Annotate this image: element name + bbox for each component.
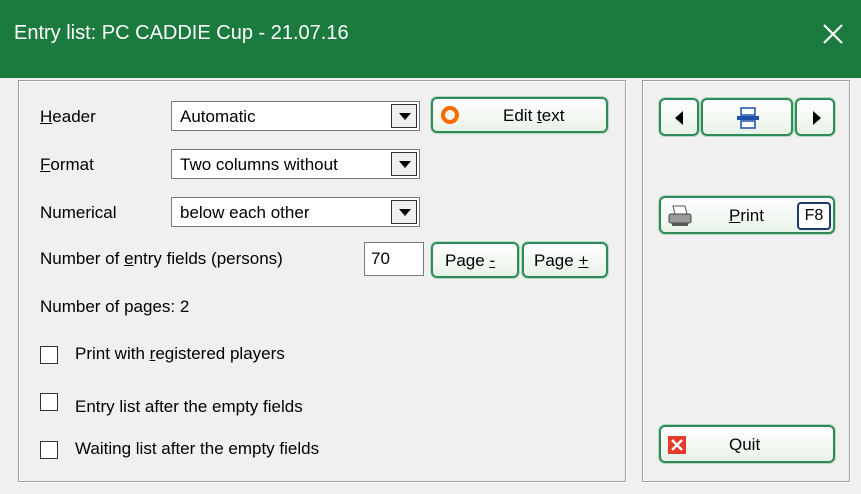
format-select-value: Two columns without bbox=[180, 155, 338, 174]
edit-text-label: Edit text bbox=[503, 106, 565, 125]
print-button[interactable]: Print F8 bbox=[659, 196, 835, 234]
next-button[interactable] bbox=[795, 98, 835, 136]
page-minus-label: Page - bbox=[445, 251, 496, 270]
waiting-list-after-label: Waiting list after the empty fields bbox=[75, 439, 320, 458]
print-label: Print bbox=[729, 206, 764, 225]
entry-list-after-checkbox[interactable] bbox=[40, 393, 58, 411]
page-plus-label: Page + bbox=[534, 251, 589, 270]
quit-button[interactable]: Quit bbox=[659, 425, 835, 463]
title-bar: Entry list: PC CADDIE Cup - 21.07.16 bbox=[0, 0, 861, 78]
arrow-left-icon bbox=[672, 109, 686, 132]
shortcut-badge: F8 bbox=[797, 202, 831, 230]
header-select-value: Automatic bbox=[180, 107, 256, 126]
numerical-select[interactable]: below each other bbox=[171, 197, 420, 227]
chevron-down-icon[interactable] bbox=[391, 104, 417, 128]
header-label: Header bbox=[40, 107, 96, 126]
print-setup-button[interactable] bbox=[701, 98, 793, 136]
entry-fields-input[interactable]: 70 bbox=[364, 242, 424, 276]
record-icon bbox=[441, 106, 459, 129]
format-select[interactable]: Two columns without bbox=[171, 149, 420, 179]
entry-fields-value: 70 bbox=[371, 249, 390, 268]
chevron-down-icon[interactable] bbox=[391, 200, 417, 224]
chevron-down-icon[interactable] bbox=[391, 152, 417, 176]
arrow-right-icon bbox=[810, 109, 824, 132]
page-plus-button[interactable]: Page + bbox=[522, 242, 608, 278]
pages-count-text: Number of pages: 2 bbox=[40, 297, 190, 316]
entry-fields-label: Number of entry fields (persons) bbox=[40, 249, 283, 268]
registered-players-label: Print with registered players bbox=[75, 344, 285, 363]
page-minus-button[interactable]: Page - bbox=[431, 242, 519, 278]
numerical-select-value: below each other bbox=[180, 203, 310, 222]
window-title: Entry list: PC CADDIE Cup - 21.07.16 bbox=[14, 22, 349, 44]
entry-list-after-label: Entry list after the empty fields bbox=[75, 397, 303, 416]
options-panel bbox=[18, 80, 626, 482]
printer-icon bbox=[667, 204, 693, 233]
waiting-list-after-checkbox[interactable] bbox=[40, 441, 58, 459]
actions-panel bbox=[642, 80, 850, 482]
registered-players-checkbox[interactable] bbox=[40, 346, 58, 364]
red-x-icon bbox=[667, 435, 687, 460]
header-select[interactable]: Automatic bbox=[171, 101, 420, 131]
numerical-label: Numerical bbox=[40, 203, 117, 222]
close-icon[interactable] bbox=[815, 16, 851, 52]
edit-text-button[interactable]: Edit text bbox=[431, 97, 608, 133]
printer-settings-icon bbox=[736, 106, 760, 135]
quit-label: Quit bbox=[729, 435, 761, 454]
format-label: Format bbox=[40, 155, 94, 174]
previous-button[interactable] bbox=[659, 98, 699, 136]
